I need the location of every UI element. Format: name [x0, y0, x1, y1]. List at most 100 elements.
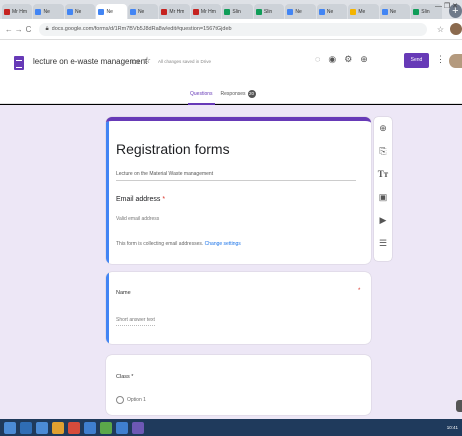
email-hint: Valid email address: [116, 216, 160, 222]
tab-title: Slin: [232, 8, 241, 15]
forms-header: lecture on e-waste management ▭ ☆ All ch…: [0, 40, 462, 105]
collect-note-text: This form is collecting email addresses.: [116, 241, 204, 247]
add-video-icon[interactable]: ▶: [374, 215, 392, 226]
settings-gear-icon[interactable]: ⚙: [344, 54, 352, 65]
form-title[interactable]: Registration forms: [116, 141, 230, 157]
tab-title: Ne: [326, 8, 334, 15]
question-card-class[interactable]: [106, 355, 371, 415]
browser-tab[interactable]: Ne: [285, 4, 316, 19]
taskbar-app-icon[interactable]: [132, 421, 144, 434]
profile-avatar[interactable]: [450, 23, 462, 35]
more-addons-icon[interactable]: ⊕: [360, 54, 368, 65]
taskbar-app-icon[interactable]: [100, 421, 112, 434]
email-label-text: Email address: [116, 196, 161, 203]
tab-responses[interactable]: Responses 20: [221, 90, 256, 98]
tab-favicon-icon: [287, 8, 294, 15]
tab-title: Ne: [74, 8, 82, 15]
add-image-icon[interactable]: ▣: [374, 192, 392, 203]
tab-title: Ne: [106, 8, 113, 15]
tab-title: Mr Hm: [169, 8, 185, 15]
customize-theme-icon[interactable]: ◌: [315, 54, 320, 65]
system-clock[interactable]: 10:41: [447, 425, 458, 431]
forms-logo-icon[interactable]: [14, 56, 24, 70]
taskbar-app-icon[interactable]: [36, 421, 48, 434]
required-asterisk: *: [358, 288, 361, 294]
taskbar-app-icon[interactable]: [20, 421, 32, 434]
email-question-label: Email address *: [116, 196, 165, 203]
start-icon[interactable]: [4, 421, 16, 434]
tab-title: Ne: [43, 8, 50, 15]
tab-favicon-icon: [350, 8, 357, 15]
browser-tab[interactable]: Ne: [316, 4, 348, 19]
browser-tab[interactable]: Ne: [96, 4, 127, 19]
add-question-icon[interactable]: ⊕: [374, 123, 392, 134]
omnibox[interactable]: 🔒︎ docs.google.com/forms/d/1Rm7BVb5J8dRa…: [39, 22, 427, 36]
lock-icon: 🔒︎: [45, 25, 49, 32]
browser-tab[interactable]: Ne: [64, 4, 96, 19]
move-to-folder-icon[interactable]: ▭: [131, 56, 140, 67]
taskbar-app-icon[interactable]: [116, 421, 128, 434]
tab-favicon-icon: [161, 8, 168, 15]
required-asterisk: *: [131, 374, 134, 380]
import-questions-icon[interactable]: ⎘: [374, 146, 392, 157]
back-icon[interactable]: ←: [4, 25, 14, 34]
url-text: docs.google.com/forms/d/1Rm7BVb5J8dRa8w/…: [51, 26, 232, 32]
responses-count-badge: 20: [247, 90, 256, 98]
bookmark-star-icon[interactable]: ☆: [437, 25, 444, 34]
tab-favicon-icon: [4, 8, 10, 15]
address-bar-row: ← → C 🔒︎ docs.google.com/forms/d/1Rm7BVb…: [0, 19, 462, 40]
browser-tab[interactable]: Me: [348, 4, 379, 19]
window-controls[interactable]: — ❐ ✕: [435, 2, 458, 10]
browser-tab[interactable]: Slin: [253, 4, 285, 19]
user-avatar[interactable]: [449, 54, 462, 68]
browser-tab[interactable]: Mr Hm: [159, 4, 190, 19]
active-card-indicator: [106, 121, 109, 264]
taskbar-app-icon[interactable]: [52, 421, 64, 434]
reload-icon[interactable]: C: [24, 25, 34, 34]
tab-title: Ne: [137, 8, 145, 15]
browser-tab[interactable]: Ne: [33, 4, 64, 19]
browser-tab[interactable]: Slin: [222, 4, 253, 19]
add-section-icon[interactable]: ☰: [374, 238, 392, 249]
tab-favicon-icon: [381, 8, 388, 15]
tab-title: Slin: [263, 8, 273, 15]
question-name-label[interactable]: Name: [116, 290, 131, 296]
scrollbar-thumb[interactable]: [456, 400, 462, 412]
floating-toolbar: ⊕ ⎘ Tт ▣ ▶ ☰: [374, 117, 392, 261]
browser-tab[interactable]: Mr Hm: [2, 4, 33, 19]
change-settings-link[interactable]: Change settings: [205, 241, 241, 247]
form-description[interactable]: Lecture on the Material Waste management: [116, 171, 356, 181]
save-status: All changes saved in Drive: [158, 59, 212, 64]
tab-favicon-icon: [255, 8, 262, 15]
short-answer-hint: Short answer text: [116, 317, 155, 326]
browser-tab[interactable]: Ne: [379, 4, 411, 19]
taskbar-app-icon[interactable]: [68, 421, 80, 434]
card-indicator: [106, 272, 109, 344]
browser-tab-strip: Mr Hm Ne Ne Ne Ne Mr Hm Mr Hm Slin Slin Ne Ne Me Ne S…: [0, 0, 462, 19]
radio-option-icon[interactable]: [116, 396, 124, 404]
tab-favicon-icon: [66, 8, 73, 15]
tab-title: Mr Hm: [12, 8, 27, 15]
browser-tab[interactable]: Mr Hm: [190, 4, 222, 19]
address-bar-actions: ☆: [437, 23, 462, 35]
tab-title: Mr Hm: [200, 8, 216, 15]
tab-favicon-icon: [413, 8, 420, 15]
taskbar-app-icon[interactable]: [84, 421, 96, 434]
star-icon[interactable]: ☆: [143, 55, 151, 66]
collect-email-note: This form is collecting email addresses.…: [116, 241, 241, 247]
question-card-name[interactable]: [106, 272, 371, 344]
tab-questions[interactable]: Questions: [188, 91, 214, 105]
send-button[interactable]: Send: [404, 53, 429, 68]
add-title-icon[interactable]: Tт: [374, 169, 392, 179]
tab-favicon-icon: [318, 8, 325, 15]
tab-title: Slin: [421, 8, 430, 15]
more-options-icon[interactable]: ⋮: [436, 54, 445, 65]
question-class-label[interactable]: Class *: [116, 374, 133, 380]
tab-favicon-icon: [224, 8, 231, 15]
form-tabs: Questions Responses 20: [188, 90, 256, 105]
forward-icon[interactable]: →: [14, 25, 24, 34]
browser-tab[interactable]: Ne: [127, 4, 159, 19]
option-1-label[interactable]: Option 1: [127, 397, 146, 403]
preview-eye-icon[interactable]: ◉: [328, 54, 336, 65]
class-label-text: Class: [116, 374, 130, 380]
